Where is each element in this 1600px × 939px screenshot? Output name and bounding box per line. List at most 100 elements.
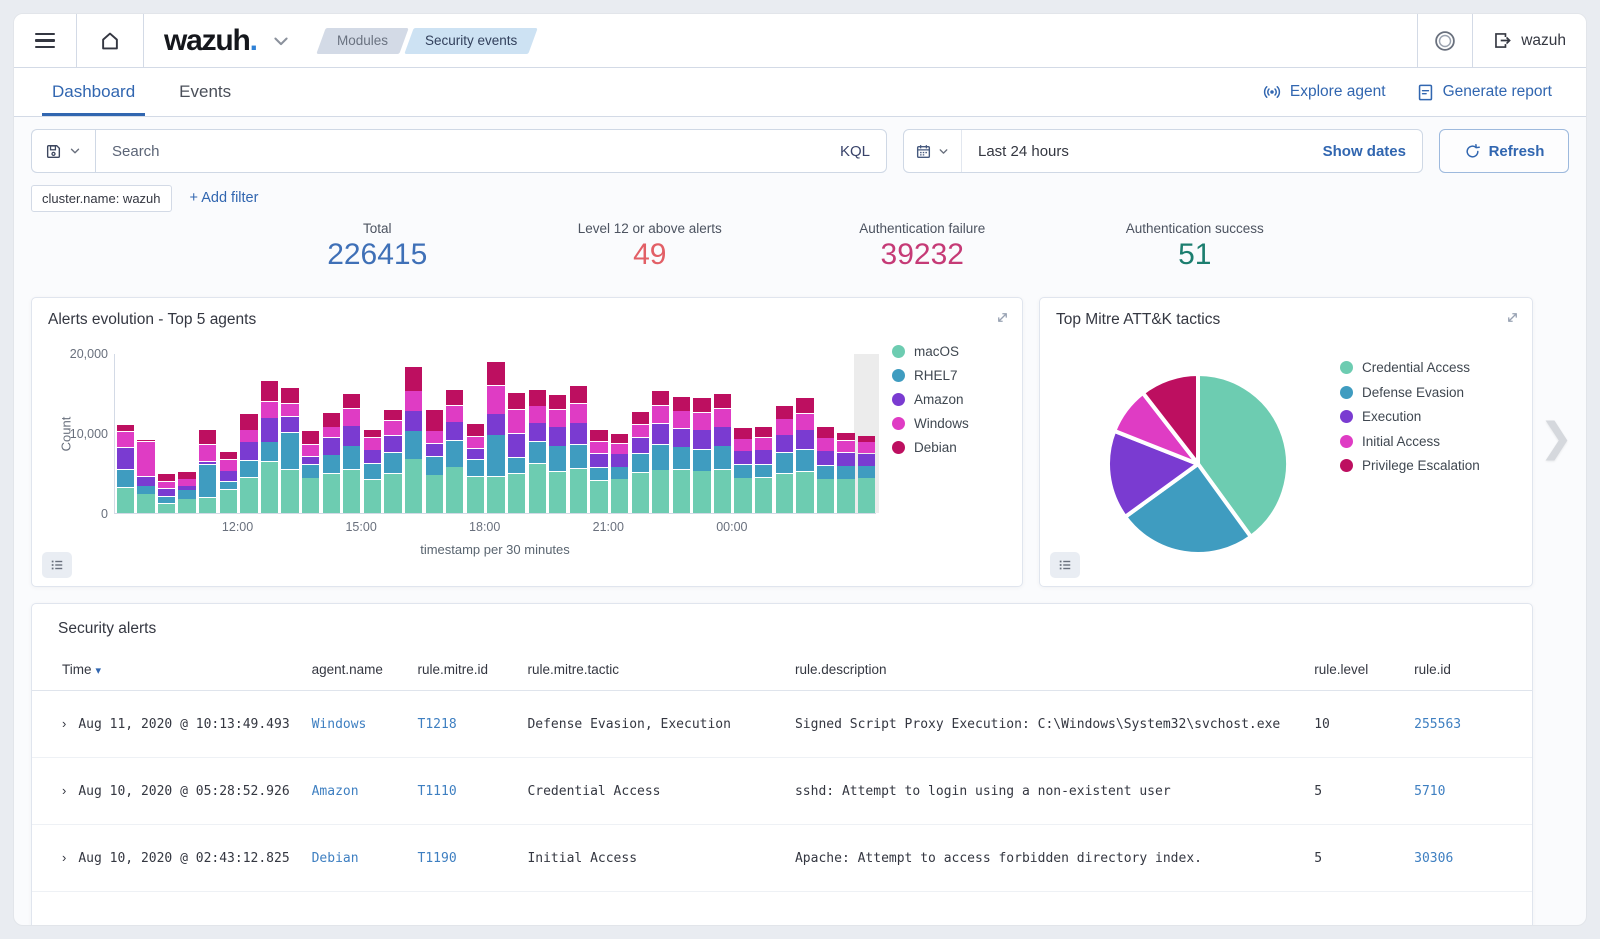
legend-item-debian[interactable]: Debian <box>892 440 969 455</box>
bar-segment-Amazon <box>240 442 257 460</box>
agent-link[interactable]: Debian <box>312 851 359 866</box>
bar-segment-Debian <box>796 398 813 413</box>
bar-segment-Debian <box>323 413 340 427</box>
refresh-button[interactable]: Refresh <box>1439 129 1569 173</box>
legend-label: Amazon <box>914 392 964 407</box>
bar-segment-RHEL7 <box>281 433 298 469</box>
top-header: wazuh. Modules Security events <box>14 14 1586 68</box>
legend-item-amazon[interactable]: Amazon <box>892 392 969 407</box>
search-input[interactable] <box>96 143 824 160</box>
user-label: wazuh <box>1521 32 1566 50</box>
breadcrumb-modules[interactable]: Modules <box>316 28 408 54</box>
cell-time: ›Aug 10, 2020 @ 05:28:52.926 <box>32 758 304 825</box>
inspect-data-button[interactable] <box>1050 552 1080 578</box>
stat-auth-success: Authentication success 51 <box>1059 221 1332 285</box>
cell-rule-level: 5 <box>1306 825 1406 892</box>
bar-segment-Debian <box>652 391 669 405</box>
x-axis-tick: 15:00 <box>321 520 401 534</box>
rule-id-link[interactable]: 5710 <box>1414 784 1445 799</box>
wazuh-logo[interactable]: wazuh. <box>164 24 257 58</box>
calendar-button[interactable] <box>904 130 962 172</box>
mitre-id-link[interactable]: T1190 <box>418 851 457 866</box>
bar-segment-Amazon <box>611 454 628 466</box>
expand-row-icon[interactable]: › <box>62 850 66 865</box>
legend-item-credential-access[interactable]: Credential Access <box>1340 360 1480 375</box>
bar-segment-Amazon <box>714 427 731 446</box>
home-button[interactable] <box>77 14 143 67</box>
logout-button[interactable]: wazuh <box>1473 14 1586 67</box>
expand-icon[interactable] <box>995 310 1010 325</box>
breadcrumb-security-events[interactable]: Security events <box>404 28 538 54</box>
generate-report-button[interactable]: Generate report <box>1416 83 1552 102</box>
table-row[interactable]: ›Aug 10, 2020 @ 02:43:12.825DebianT1190I… <box>32 825 1532 892</box>
agent-link[interactable]: Windows <box>312 717 367 732</box>
bar-segment-macOS <box>776 474 793 513</box>
bar-segment-RHEL7 <box>323 455 340 473</box>
kql-toggle[interactable]: KQL <box>824 143 886 160</box>
bar-segment-Windows <box>570 404 587 423</box>
legend-dot-icon <box>892 369 905 382</box>
expand-row-icon[interactable]: › <box>62 716 66 731</box>
column-time[interactable]: Time▾ <box>32 656 304 691</box>
cell-rule-level: 10 <box>1306 691 1406 758</box>
legend-dot-icon <box>892 417 905 430</box>
bar-segment-Debian <box>858 436 875 442</box>
legend-item-windows[interactable]: Windows <box>892 416 969 431</box>
tab-dashboard[interactable]: Dashboard <box>42 68 145 116</box>
visualization-row: Alerts evolution - Top 5 agents 010,0002… <box>31 297 1571 587</box>
expand-icon[interactable] <box>1505 310 1520 325</box>
bar-segment-RHEL7 <box>240 461 257 477</box>
saved-queries-button[interactable] <box>31 129 95 173</box>
explore-agent-button[interactable]: Explore agent <box>1262 82 1386 102</box>
mitre-id-link[interactable]: T1218 <box>418 717 457 732</box>
y-axis-tick: 0 <box>101 507 108 521</box>
legend-item-macos[interactable]: macOS <box>892 344 969 359</box>
cell-time: ›Aug 11, 2020 @ 10:13:49.493 <box>32 691 304 758</box>
menu-button[interactable] <box>14 14 76 67</box>
add-filter-button[interactable]: + Add filter <box>190 190 259 206</box>
bar-segment-Debian <box>137 440 154 441</box>
expand-row-icon[interactable]: › <box>62 783 66 798</box>
bar-segment-Amazon <box>446 422 463 440</box>
time-range-value[interactable]: Last 24 hours <box>962 143 1069 160</box>
panel-alerts-evolution: Alerts evolution - Top 5 agents 010,0002… <box>31 297 1023 587</box>
mitre-id-link[interactable]: T1110 <box>418 784 457 799</box>
rule-id-link[interactable]: 30306 <box>1414 851 1453 866</box>
save-icon <box>45 143 62 160</box>
bar-segment-RHEL7 <box>632 454 649 473</box>
legend-dot-icon <box>1340 410 1353 423</box>
x-axis-tick: 00:00 <box>692 520 772 534</box>
legend-item-defense-evasion[interactable]: Defense Evasion <box>1340 385 1480 400</box>
bar-segment-Windows <box>796 414 813 430</box>
legend-item-initial-access[interactable]: Initial Access <box>1340 434 1480 449</box>
legend-item-execution[interactable]: Execution <box>1340 409 1480 424</box>
bar-segment-macOS <box>714 470 731 513</box>
health-check-button[interactable] <box>1418 14 1472 67</box>
bar-segment-Windows <box>178 479 195 486</box>
chevron-down-icon[interactable] <box>271 31 291 51</box>
show-dates-button[interactable]: Show dates <box>1323 143 1422 160</box>
bar-segment-Debian <box>529 390 546 405</box>
legend-item-rhel7[interactable]: RHEL7 <box>892 368 969 383</box>
table-row[interactable]: ›Aug 11, 2020 @ 10:13:49.493 Windows T1218… <box>32 691 1532 758</box>
column-rule-description: rule.description <box>787 656 1306 691</box>
bar-segment-RHEL7 <box>529 442 546 464</box>
tab-events[interactable]: Events <box>169 68 241 116</box>
bar-segment-Windows <box>652 406 669 424</box>
inspect-table-icon <box>49 558 65 572</box>
rule-id-link[interactable]: 255563 <box>1414 717 1461 732</box>
inspect-data-button[interactable] <box>42 552 72 578</box>
legend-item-privilege-escalation[interactable]: Privilege Escalation <box>1340 458 1480 473</box>
bar-segment-Amazon <box>302 457 319 464</box>
filter-pill-cluster-name[interactable]: cluster.name: wazuh <box>31 185 172 212</box>
table-row[interactable]: ›Aug 10, 2020 @ 05:28:52.926AmazonT1110C… <box>32 758 1532 825</box>
bar-segment-Amazon <box>137 477 154 486</box>
query-bar: KQL Last 24 hours Show dates <box>31 129 1569 173</box>
legend-dot-icon <box>1340 361 1353 374</box>
bar-segment-Debian <box>281 388 298 403</box>
bar-segment-macOS <box>220 490 237 513</box>
carousel-next-button[interactable]: ❯ <box>1539 415 1573 461</box>
agent-link[interactable]: Amazon <box>312 784 359 799</box>
chevron-down-icon <box>68 144 82 158</box>
bar-segment-macOS <box>632 473 649 513</box>
